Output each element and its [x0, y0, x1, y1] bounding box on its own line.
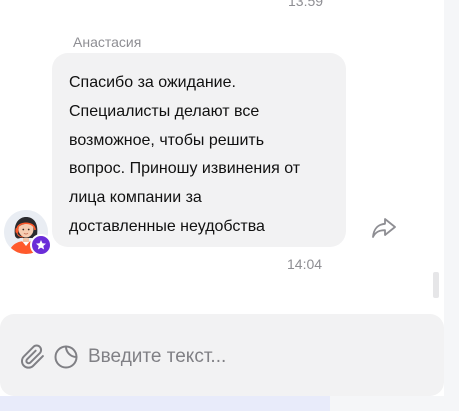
sticker-button[interactable]: [51, 342, 81, 372]
message-line: возможное, чтобы решить: [69, 131, 265, 149]
message-sender-name: Анастасия: [73, 34, 142, 50]
previous-message-time: 13:59: [288, 0, 324, 9]
bottom-bar-edge: [330, 396, 459, 411]
star-icon: [30, 234, 52, 256]
message-line: лица компании за: [69, 189, 202, 207]
message-time: 14:04: [287, 256, 323, 272]
message-line: Спасибо за ожидание.: [69, 74, 236, 91]
message-line: Специалисты делают все: [69, 102, 260, 120]
attach-file-button[interactable]: [18, 342, 48, 372]
message-input[interactable]: [86, 340, 420, 374]
bottom-bar-accent: [0, 396, 330, 411]
paperclip-icon: [20, 344, 44, 369]
scrollbar-thumb[interactable]: [433, 272, 439, 298]
forward-message-button[interactable]: [370, 214, 398, 242]
share-arrow-icon: [372, 218, 396, 238]
message-bubble: Спасибо за ожидание. Специалисты делают …: [52, 53, 346, 247]
avatar: [4, 210, 52, 256]
side-panel-edge: [444, 0, 459, 411]
message-line: доставленные неудобства: [69, 217, 265, 235]
message-line: вопрос. Приношу извинения от: [69, 160, 301, 178]
sticker-icon: [54, 345, 78, 369]
